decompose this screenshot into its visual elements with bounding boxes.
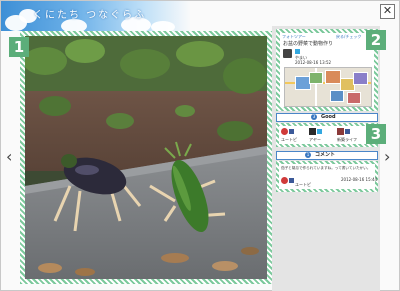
badge-feedback: 3 [366,124,386,144]
map-thumbnail[interactable] [284,67,372,107]
comment-author[interactable]: ユートピ [295,182,311,187]
good-user-avatar[interactable] [281,128,288,135]
next-arrow-icon[interactable]: › [384,149,390,165]
photo-image [25,36,267,279]
map-photo-pin[interactable] [353,72,368,85]
main-photo[interactable] [25,36,267,279]
comment-author-avatar[interactable] [281,177,288,184]
good-user-name[interactable]: アヤー [309,137,321,142]
badge-photo: 1 [9,37,29,57]
comment-date: 2012-08-16 15:44 [341,177,378,182]
post-caption: お盆の野菜で動物作り [283,41,334,47]
good-user-avatar[interactable] [337,128,344,135]
author-avatar[interactable] [283,49,292,58]
good-user-name[interactable]: ユートピ [281,137,297,142]
good-user-avatar[interactable] [309,128,316,135]
good-section-header: 3 Good [276,113,378,122]
map-photo-pin[interactable] [325,70,341,84]
good-count-icon: 3 [311,114,317,120]
map-photo-pin[interactable] [347,92,361,104]
prev-arrow-icon[interactable]: ‹ [6,149,12,165]
facebook-icon[interactable] [289,178,294,183]
comment-panel: 茄子と胡瓜で作られていますね。って書いていたかい。 ユートピ 2012-08-1… [279,164,378,189]
site-title: くにたち つなぐらふ [33,10,147,21]
good-user-name[interactable]: 新築ライフ [337,137,357,142]
cloud-decoration [151,21,175,31]
close-icon[interactable]: ✕ [380,4,395,19]
twitter-icon[interactable] [317,129,322,134]
map-photo-pin[interactable] [309,72,323,84]
comment-label: コメント [315,152,336,158]
twitter-icon[interactable] [295,49,300,54]
good-label: Good [321,114,336,120]
facebook-icon[interactable] [345,129,350,134]
comment-count-icon: 1 [305,152,311,158]
map-photo-pin[interactable] [330,90,344,102]
site-header-banner: くにたち つなぐらふ [1,1,191,31]
comment-text: 茄子と胡瓜で作られていますね。って書いていたかい。 [281,166,371,170]
post-panel-nav-left[interactable]: フォトツアー [282,34,306,39]
comment-section-header: 1 コメント [276,151,378,160]
post-date: 2012-08-16 13:52 [295,60,332,65]
post-panel-nav-right[interactable]: 戻る/チェック [336,34,361,39]
post-panel: フォトツアー 戻る/チェック お盆の野菜で動物作り やまい 2012-08-16… [280,33,374,107]
badge-post: 2 [366,30,386,50]
facebook-icon[interactable] [289,129,294,134]
good-panel: ユートピ アヤー 新築ライフ [279,126,375,144]
